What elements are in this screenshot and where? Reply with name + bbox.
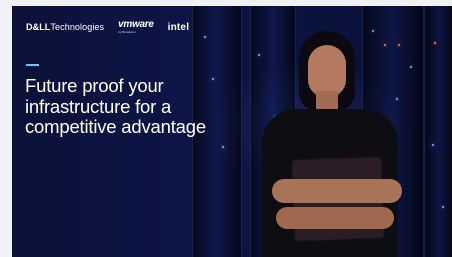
server-light	[442, 206, 444, 208]
server-light	[432, 144, 434, 146]
vmware-wordmark: vmware	[118, 19, 154, 30]
person-arm	[272, 179, 402, 203]
hero-banner[interactable]: D&LLTechnologies vmware by Broadcom inte…	[12, 6, 452, 257]
accent-bar	[26, 64, 39, 66]
server-light	[434, 42, 436, 44]
dell-technologies-logo: D&LLTechnologies	[26, 22, 104, 32]
person-face	[308, 45, 346, 97]
vmware-logo: vmware by Broadcom	[118, 19, 154, 34]
person-arm	[276, 207, 394, 229]
intel-logo: intel	[167, 21, 190, 33]
vmware-subtext: by Broadcom	[118, 30, 136, 34]
dell-wordmark: D&LL	[26, 22, 51, 32]
server-rack	[424, 6, 452, 257]
server-light	[222, 146, 224, 148]
brand-logos: D&LLTechnologies vmware by Broadcom inte…	[26, 19, 189, 35]
person-photo	[242, 31, 422, 257]
hero-headline: Future proof your infrastructure for a c…	[25, 75, 206, 137]
technologies-wordmark: Technologies	[50, 22, 105, 32]
server-light	[204, 36, 206, 38]
